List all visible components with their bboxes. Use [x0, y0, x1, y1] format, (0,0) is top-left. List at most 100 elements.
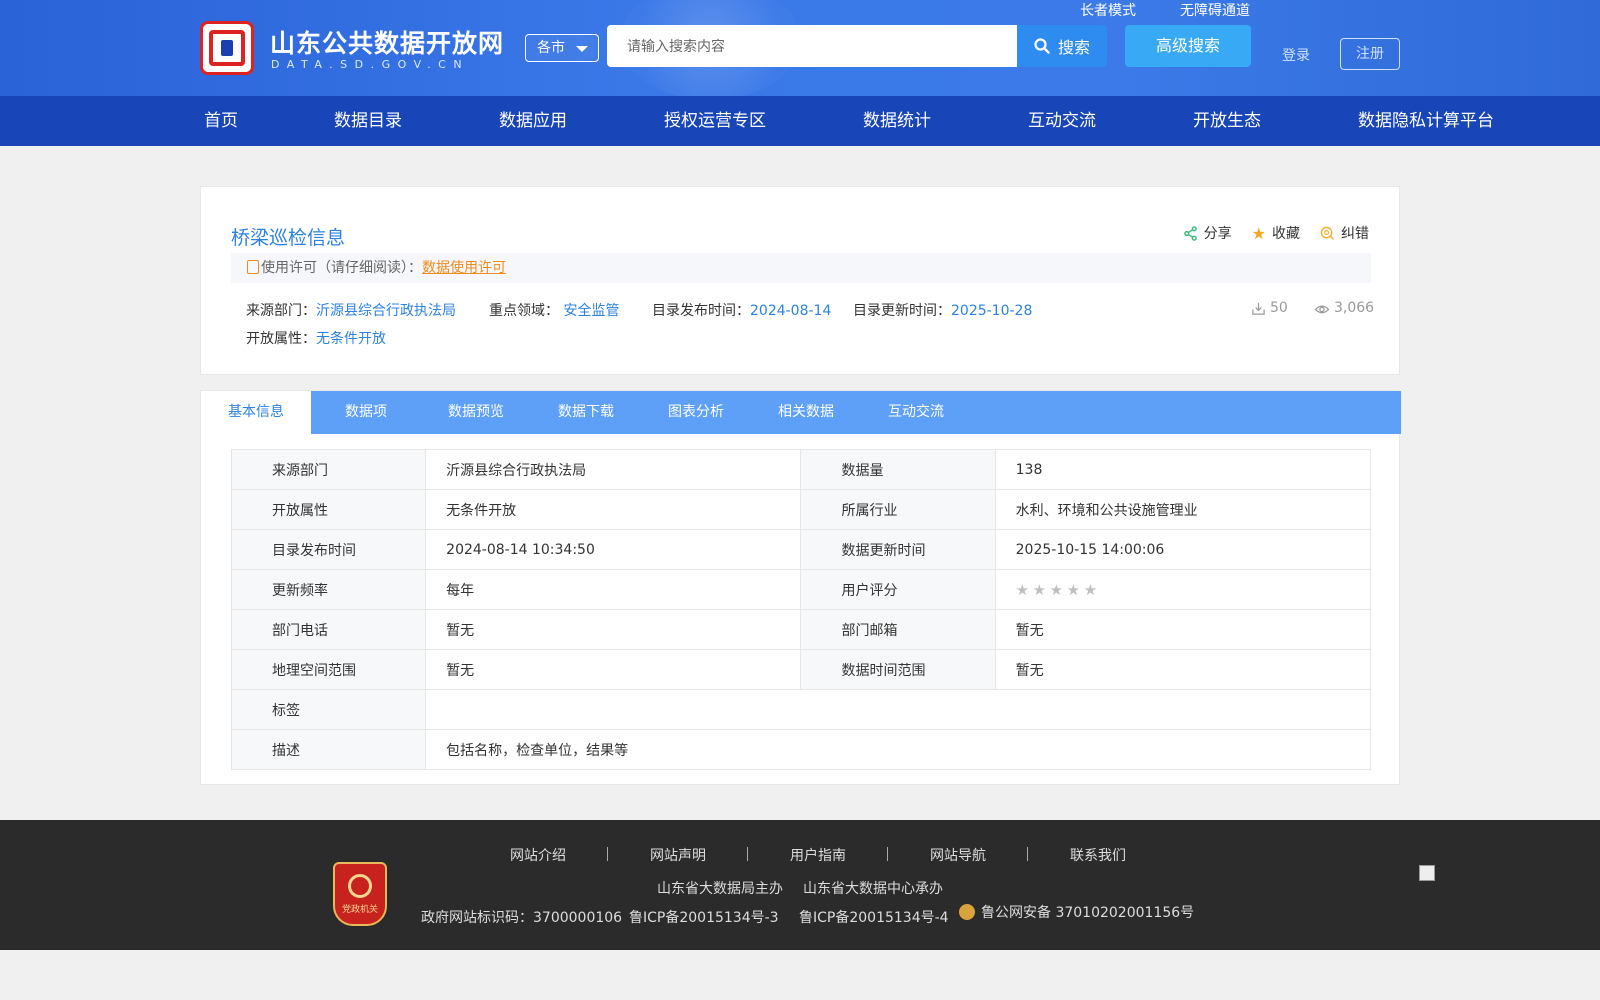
report-error-button[interactable]: 纠错	[1320, 223, 1369, 243]
tab-interaction[interactable]: 互动交流	[861, 391, 971, 434]
share-icon	[1183, 225, 1197, 241]
nav-statistics[interactable]: 数据统计	[863, 96, 931, 146]
nav-privacy-computing[interactable]: 数据隐私计算平台	[1358, 96, 1494, 146]
table-row: 部门电话 暂无 部门邮箱 暂无	[230, 609, 1372, 650]
main-nav: 首页 数据目录 数据应用 授权运营专区 数据统计 互动交流 开放生态 数据隐私计…	[0, 96, 1600, 146]
search-input[interactable]	[607, 25, 1017, 67]
publish-value: 2024-08-14	[750, 303, 832, 319]
cell-value: 沂源县综合行政执法局	[425, 449, 802, 490]
site-logo-icon[interactable]	[200, 21, 254, 75]
license-bar: 使用许可（请仔细阅读）：数据使用许可	[231, 253, 1371, 283]
nav-catalog[interactable]: 数据目录	[334, 96, 402, 146]
footer-icp-3[interactable]: 鲁ICP备20015134号-3	[629, 907, 779, 927]
update-label: 目录更新时间：	[853, 303, 951, 319]
cell-label: 地理空间范围	[230, 649, 427, 690]
source-label: 来源部门：	[246, 303, 316, 319]
cell-label: 部门电话	[230, 609, 427, 650]
update-date: 目录更新时间：2025-10-28	[853, 300, 1032, 320]
report-error-label: 纠错	[1341, 226, 1369, 242]
cell-value: 2025-10-15 14:00:06	[994, 529, 1372, 570]
nav-authorized-ops[interactable]: 授权运营专区	[664, 96, 766, 146]
tab-data-preview[interactable]: 数据预览	[421, 391, 531, 434]
star-icon[interactable]: ★	[1016, 582, 1030, 597]
broken-image-icon[interactable]	[1419, 865, 1435, 881]
cell-label: 数据更新时间	[800, 529, 996, 570]
user-rating-cell: ★ ★ ★ ★ ★	[994, 569, 1372, 610]
footer-link-about[interactable]: 网站介绍	[468, 845, 608, 865]
rating-stars[interactable]: ★ ★ ★ ★ ★	[1016, 582, 1098, 597]
basic-info-table: 来源部门 沂源县综合行政执法局 数据量 138 开放属性 无条件开放 所属行业 …	[230, 449, 1372, 770]
cell-value: 无条件开放	[425, 489, 802, 530]
view-count: 3,066	[1314, 300, 1374, 316]
tab-data-items[interactable]: 数据项	[311, 391, 421, 434]
star-icon[interactable]: ★	[1084, 582, 1098, 597]
city-select[interactable]: 各市	[525, 34, 599, 62]
elder-mode-link[interactable]: 长者模式	[1080, 0, 1136, 20]
accessibility-link[interactable]: 无障碍通道	[1180, 0, 1250, 20]
party-gov-badge-icon[interactable]: 党政机关	[333, 862, 387, 926]
detail-tabs: 基本信息 数据项 数据预览 数据下载 图表分析 相关数据 互动交流	[201, 391, 1401, 434]
table-row: 来源部门 沂源县综合行政执法局 数据量 138	[230, 449, 1372, 490]
search-button-label: 搜索	[1057, 38, 1090, 57]
correction-icon	[1320, 226, 1335, 240]
cell-label: 更新频率	[230, 569, 427, 610]
footer-organizer: 山东省大数据中心承办	[803, 881, 943, 897]
cell-value: 暂无	[425, 649, 802, 690]
download-count-value: 50	[1270, 300, 1288, 316]
favorite-button[interactable]: ★ 收藏	[1252, 223, 1300, 243]
share-button[interactable]: 分享	[1183, 223, 1232, 243]
cell-value: 138	[994, 449, 1372, 490]
cell-value: 暂无	[994, 609, 1372, 650]
star-icon[interactable]: ★	[1050, 582, 1064, 597]
tab-chart-analysis[interactable]: 图表分析	[641, 391, 751, 434]
source-value[interactable]: 沂源县综合行政执法局	[316, 303, 456, 319]
open-label: 开放属性：	[246, 331, 316, 347]
cell-label: 标签	[230, 689, 427, 730]
table-row: 标签	[230, 689, 1371, 730]
description-value: 包括名称，检查单位，结果等	[425, 729, 1371, 770]
city-select-label: 各市	[537, 40, 565, 56]
license-link[interactable]: 数据使用许可	[422, 260, 506, 276]
cell-value: 水利、环境和公共设施管理业	[994, 489, 1372, 530]
publish-label: 目录发布时间：	[652, 303, 750, 319]
footer-link-sitemap[interactable]: 网站导航	[888, 845, 1028, 865]
search-button[interactable]: 搜索	[1017, 25, 1107, 67]
table-row: 描述 包括名称，检查单位，结果等	[230, 729, 1371, 770]
domain-label: 重点领域：	[489, 303, 559, 319]
cell-label: 所属行业	[800, 489, 996, 530]
key-domain: 重点领域： 安全监管	[489, 300, 619, 320]
footer-link-statement[interactable]: 网站声明	[608, 845, 748, 865]
dataset-actions: 分享 ★ 收藏 纠错	[1183, 223, 1369, 243]
nav-home[interactable]: 首页	[204, 96, 238, 146]
cell-label: 描述	[230, 729, 427, 770]
tab-related-data[interactable]: 相关数据	[751, 391, 861, 434]
police-emblem-icon	[959, 904, 975, 920]
cell-value: 每年	[425, 569, 802, 610]
login-link[interactable]: 登录	[1282, 45, 1310, 65]
star-icon[interactable]: ★	[1067, 582, 1081, 597]
star-icon[interactable]: ★	[1033, 582, 1047, 597]
domain-value[interactable]: 安全监管	[563, 303, 619, 319]
cell-label: 部门邮箱	[800, 609, 996, 650]
footer-link-guide[interactable]: 用户指南	[748, 845, 888, 865]
footer-link-contact[interactable]: 联系我们	[1028, 845, 1168, 865]
cell-value: 暂无	[425, 609, 802, 650]
site-title[interactable]: 山东公共数据开放网	[270, 24, 504, 60]
update-value: 2025-10-28	[951, 303, 1033, 319]
star-icon: ★	[1251, 223, 1266, 243]
nav-apps[interactable]: 数据应用	[499, 96, 567, 146]
cell-label: 目录发布时间	[230, 529, 427, 570]
footer-icp-4[interactable]: 鲁ICP备20015134号-4	[799, 907, 949, 927]
advanced-search-button[interactable]: 高级搜索	[1125, 25, 1251, 67]
search-icon	[1034, 38, 1050, 54]
tab-data-download[interactable]: 数据下载	[531, 391, 641, 434]
nav-interaction[interactable]: 互动交流	[1028, 96, 1096, 146]
open-attribute: 开放属性：无条件开放	[246, 328, 386, 348]
register-button[interactable]: 注册	[1340, 38, 1400, 70]
footer-police-record[interactable]: 鲁公网安备 37010202001156号	[959, 902, 1194, 922]
footer-host: 山东省大数据局主办	[657, 881, 783, 897]
nav-ecosystem[interactable]: 开放生态	[1193, 96, 1261, 146]
open-value: 无条件开放	[316, 331, 386, 347]
tab-basic-info[interactable]: 基本信息	[201, 391, 311, 434]
dataset-title: 桥梁巡检信息	[231, 227, 346, 249]
